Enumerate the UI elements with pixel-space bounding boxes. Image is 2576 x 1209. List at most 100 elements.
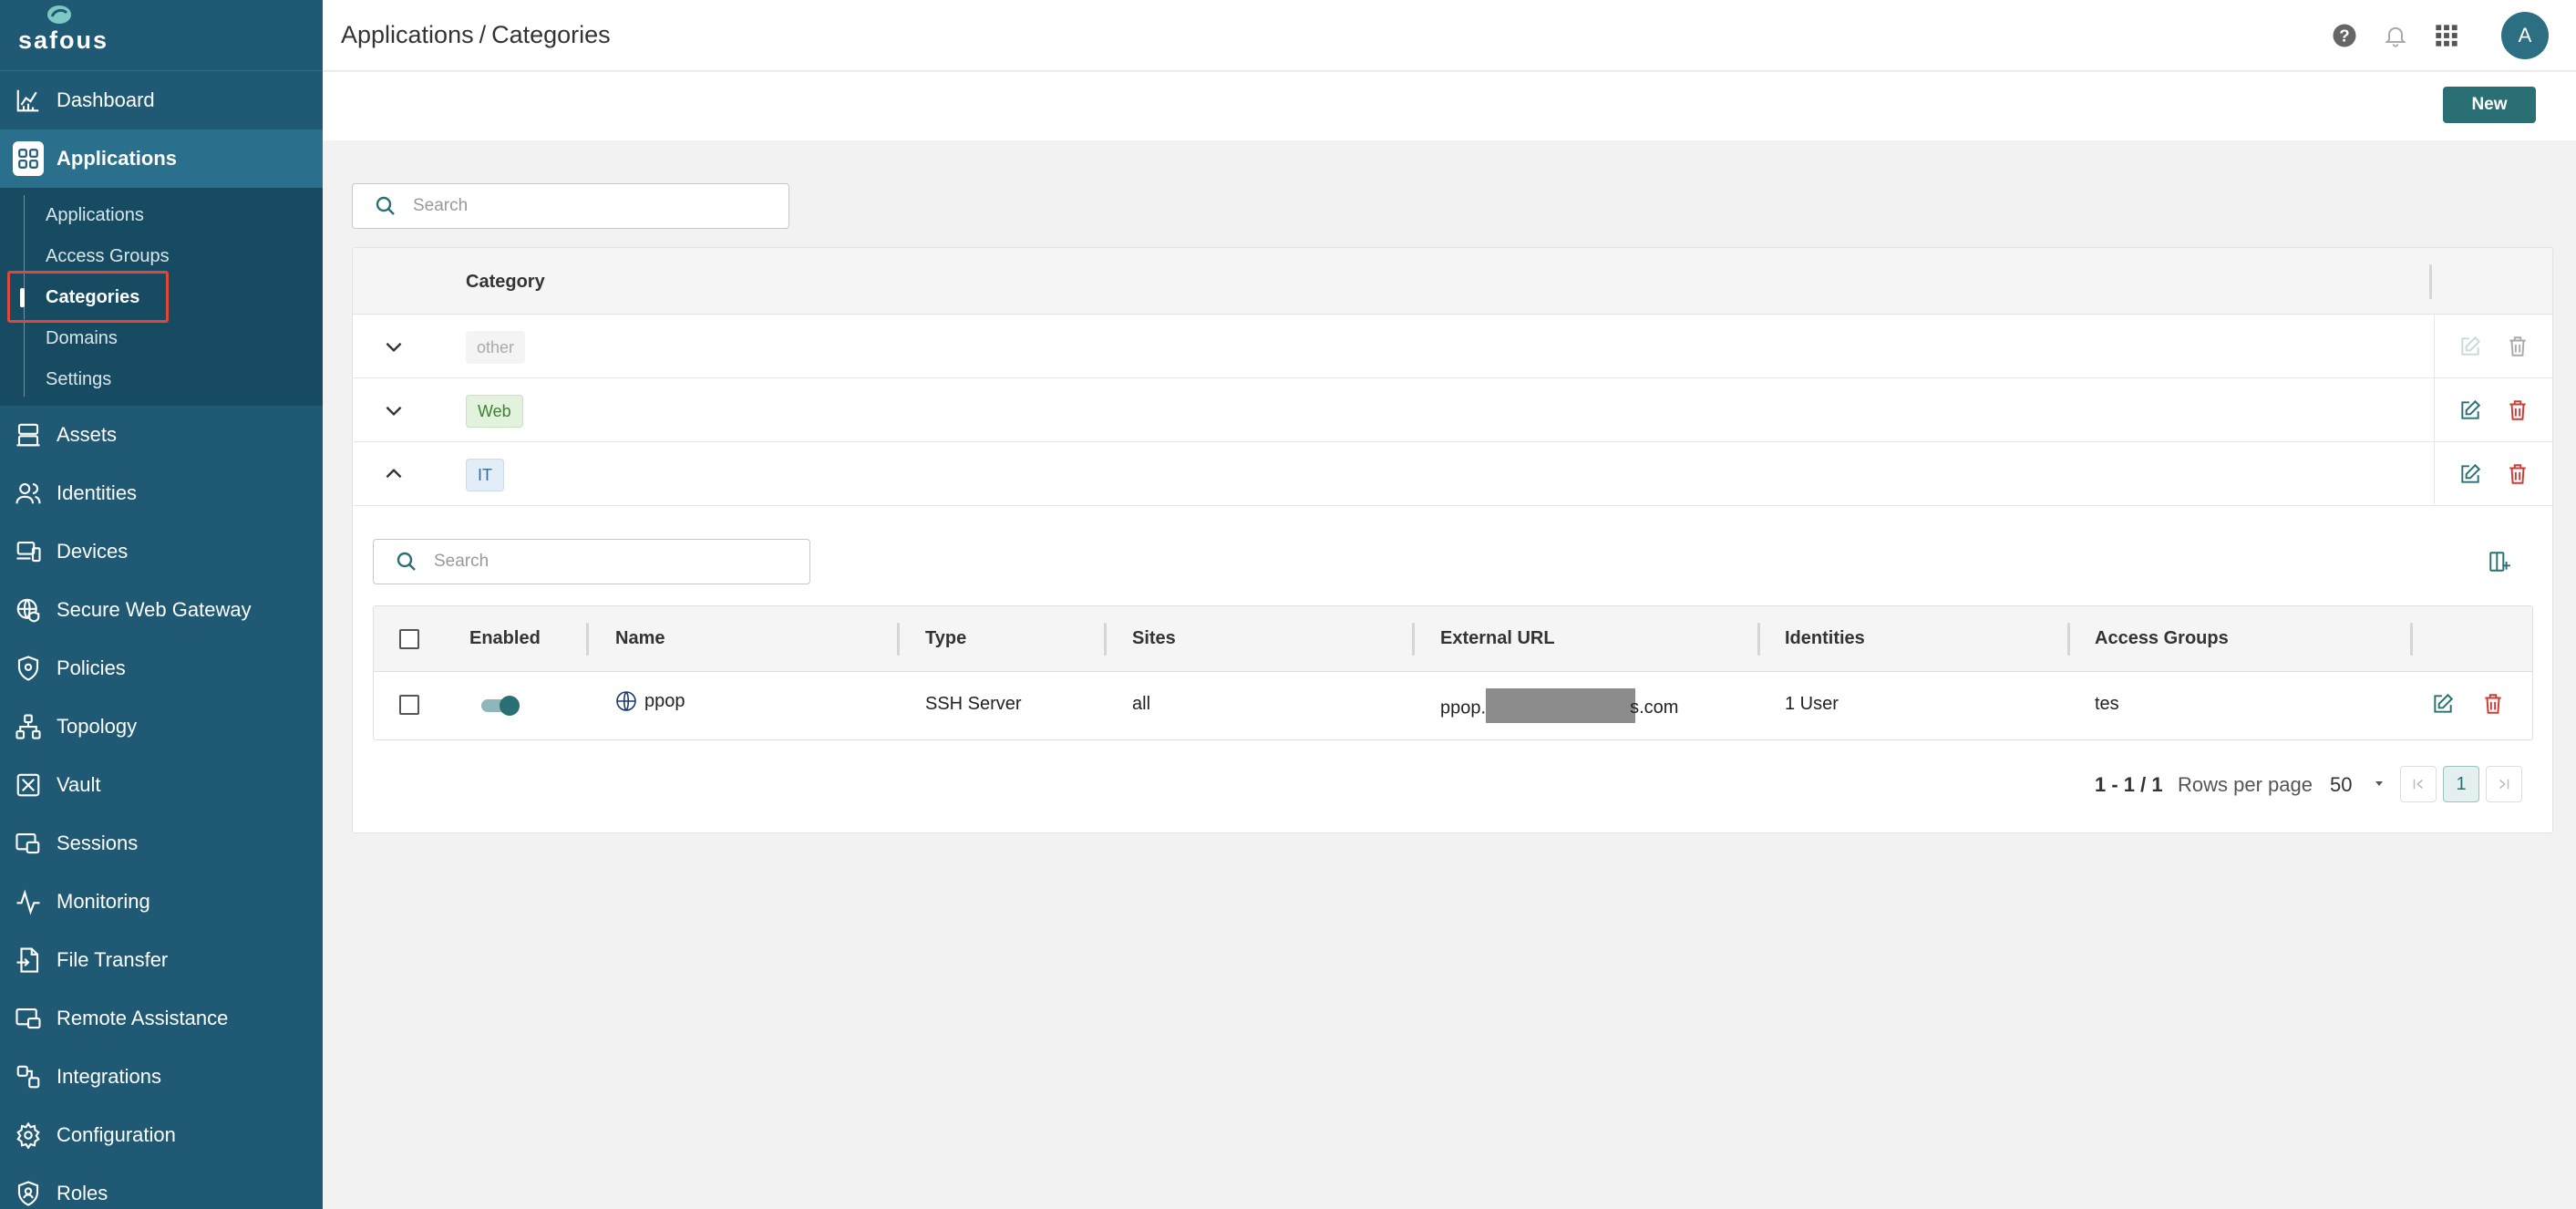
delete-icon[interactable] xyxy=(2506,462,2530,486)
breadcrumb-parent[interactable]: Applications xyxy=(341,21,474,48)
column-header-category[interactable]: Category xyxy=(466,272,545,293)
logo[interactable]: safous xyxy=(0,0,323,71)
column-divider[interactable] xyxy=(1757,623,1760,656)
column-divider[interactable] xyxy=(1104,623,1107,656)
apps-search-input[interactable] xyxy=(434,552,726,572)
row-checkbox[interactable] xyxy=(399,695,419,715)
column-divider[interactable] xyxy=(2410,623,2413,656)
page-button-current[interactable]: 1 xyxy=(2443,766,2479,802)
subnav-item-applications[interactable]: Applications xyxy=(0,195,323,236)
sidebar-item-monitoring[interactable]: Monitoring xyxy=(0,873,323,931)
users-icon xyxy=(13,478,44,509)
sidebar-item-label: Sessions xyxy=(57,832,139,854)
sidebar-item-label: Assets xyxy=(57,423,118,446)
rows-per-page-select[interactable]: 50 xyxy=(2330,773,2352,797)
sidebar-item-label: Devices xyxy=(57,540,129,563)
delete-icon[interactable] xyxy=(2481,692,2505,716)
app-external-url[interactable]: ppop. s.com xyxy=(1440,688,1679,723)
enabled-toggle[interactable] xyxy=(481,696,520,716)
sidebar-item-remote-assistance[interactable]: Remote Assistance xyxy=(0,989,323,1048)
sidebar-item-vault[interactable]: Vault xyxy=(0,756,323,814)
sidebar-item-label: Applications xyxy=(57,147,178,170)
subnav-item-domains[interactable]: Domains xyxy=(0,318,323,359)
edit-icon[interactable] xyxy=(2458,335,2482,358)
column-header-enabled[interactable]: Enabled xyxy=(469,628,541,649)
breadcrumb: Applications / Categories xyxy=(341,21,611,49)
sidebar-item-label: Identities xyxy=(57,481,138,504)
sidebar-item-policies[interactable]: Policies xyxy=(0,639,323,698)
bell-icon[interactable] xyxy=(2372,12,2419,59)
apps-search xyxy=(373,539,810,584)
column-divider[interactable] xyxy=(586,623,589,656)
column-header-external-url[interactable]: External URL xyxy=(1440,628,1555,649)
action-bar: New xyxy=(323,72,2576,140)
sidebar-item-applications[interactable]: Applications xyxy=(0,129,323,188)
category-tag: other xyxy=(466,331,526,364)
column-header-name[interactable]: Name xyxy=(615,628,665,649)
column-divider[interactable] xyxy=(2067,623,2070,656)
category-row[interactable]: IT xyxy=(353,442,2552,506)
sessions-icon xyxy=(13,828,44,859)
sidebar-item-file-transfer[interactable]: File Transfer xyxy=(0,931,323,989)
row-actions xyxy=(2434,378,2552,441)
sidebar-item-sessions[interactable]: Sessions xyxy=(0,814,323,873)
roles-icon xyxy=(13,1178,44,1209)
sidebar-item-label: Remote Assistance xyxy=(57,1007,229,1029)
column-divider[interactable] xyxy=(2429,264,2432,299)
server-icon xyxy=(13,419,44,450)
grid-apps-icon xyxy=(13,141,44,176)
category-tag: Web xyxy=(466,395,523,428)
column-divider[interactable] xyxy=(1412,623,1415,656)
sidebar-item-dashboard[interactable]: Dashboard xyxy=(0,71,323,129)
sidebar-item-integrations[interactable]: Integrations xyxy=(0,1048,323,1106)
column-divider[interactable] xyxy=(897,623,900,656)
subnav-item-settings[interactable]: Settings xyxy=(0,359,323,400)
pulse-icon xyxy=(13,886,44,917)
chevron-down-icon[interactable] xyxy=(382,398,406,422)
highlight-annotation xyxy=(7,271,169,323)
app-name-cell[interactable]: ppop xyxy=(615,690,685,712)
sidebar-item-identities[interactable]: Identities xyxy=(0,464,323,522)
column-header-identities[interactable]: Identities xyxy=(1785,628,1865,649)
app-access-groups: tes xyxy=(2095,694,2119,714)
devices-icon xyxy=(13,536,44,567)
external-url-prefix: ppop. xyxy=(1440,698,1487,718)
table-row[interactable]: ppop SSH Server all ppop. s.com 1 User te… xyxy=(374,672,2532,739)
column-header-sites[interactable]: Sites xyxy=(1132,628,1176,649)
chevron-down-icon[interactable] xyxy=(382,335,406,358)
external-url-suffix: s.com xyxy=(1630,698,1679,718)
avatar[interactable]: A xyxy=(2501,12,2549,59)
last-page-button[interactable] xyxy=(2486,766,2522,802)
new-button[interactable]: New xyxy=(2443,87,2536,123)
category-search xyxy=(352,183,789,229)
edit-icon[interactable] xyxy=(2458,462,2482,486)
first-page-button[interactable] xyxy=(2400,766,2437,802)
applications-table-header: Enabled Name Type Sites External URL Ide… xyxy=(374,606,2532,672)
edit-icon[interactable] xyxy=(2458,398,2482,422)
sidebar-item-label: File Transfer xyxy=(57,948,169,971)
edit-icon[interactable] xyxy=(2431,692,2455,716)
chevron-up-icon[interactable] xyxy=(382,462,406,486)
help-icon[interactable]: ? xyxy=(2321,12,2368,59)
category-row[interactable]: Web xyxy=(353,378,2552,442)
top-header: Applications / Categories ? A xyxy=(323,0,2576,71)
delete-icon[interactable] xyxy=(2506,398,2530,422)
sidebar-item-label: Vault xyxy=(57,773,101,796)
column-header-type[interactable]: Type xyxy=(925,628,966,649)
search-input[interactable] xyxy=(413,196,705,216)
sidebar-item-roles[interactable]: Roles xyxy=(0,1164,323,1209)
sidebar-item-configuration[interactable]: Configuration xyxy=(0,1106,323,1164)
column-header-access-groups[interactable]: Access Groups xyxy=(2095,628,2229,649)
category-row[interactable]: other xyxy=(353,315,2552,378)
apps-grid-icon[interactable] xyxy=(2423,12,2470,59)
sidebar-item-topology[interactable]: Topology xyxy=(0,698,323,756)
shield-icon xyxy=(13,653,44,684)
delete-icon[interactable] xyxy=(2506,335,2530,358)
caret-down-icon[interactable] xyxy=(2373,779,2385,788)
app-identities: 1 User xyxy=(1785,694,1839,714)
sidebar-item-devices[interactable]: Devices xyxy=(0,522,323,581)
sidebar-item-secure-web-gateway[interactable]: Secure Web Gateway xyxy=(0,581,323,639)
column-settings-icon[interactable] xyxy=(2488,550,2511,574)
select-all-checkbox[interactable] xyxy=(399,629,419,649)
sidebar-item-assets[interactable]: Assets xyxy=(0,406,323,464)
